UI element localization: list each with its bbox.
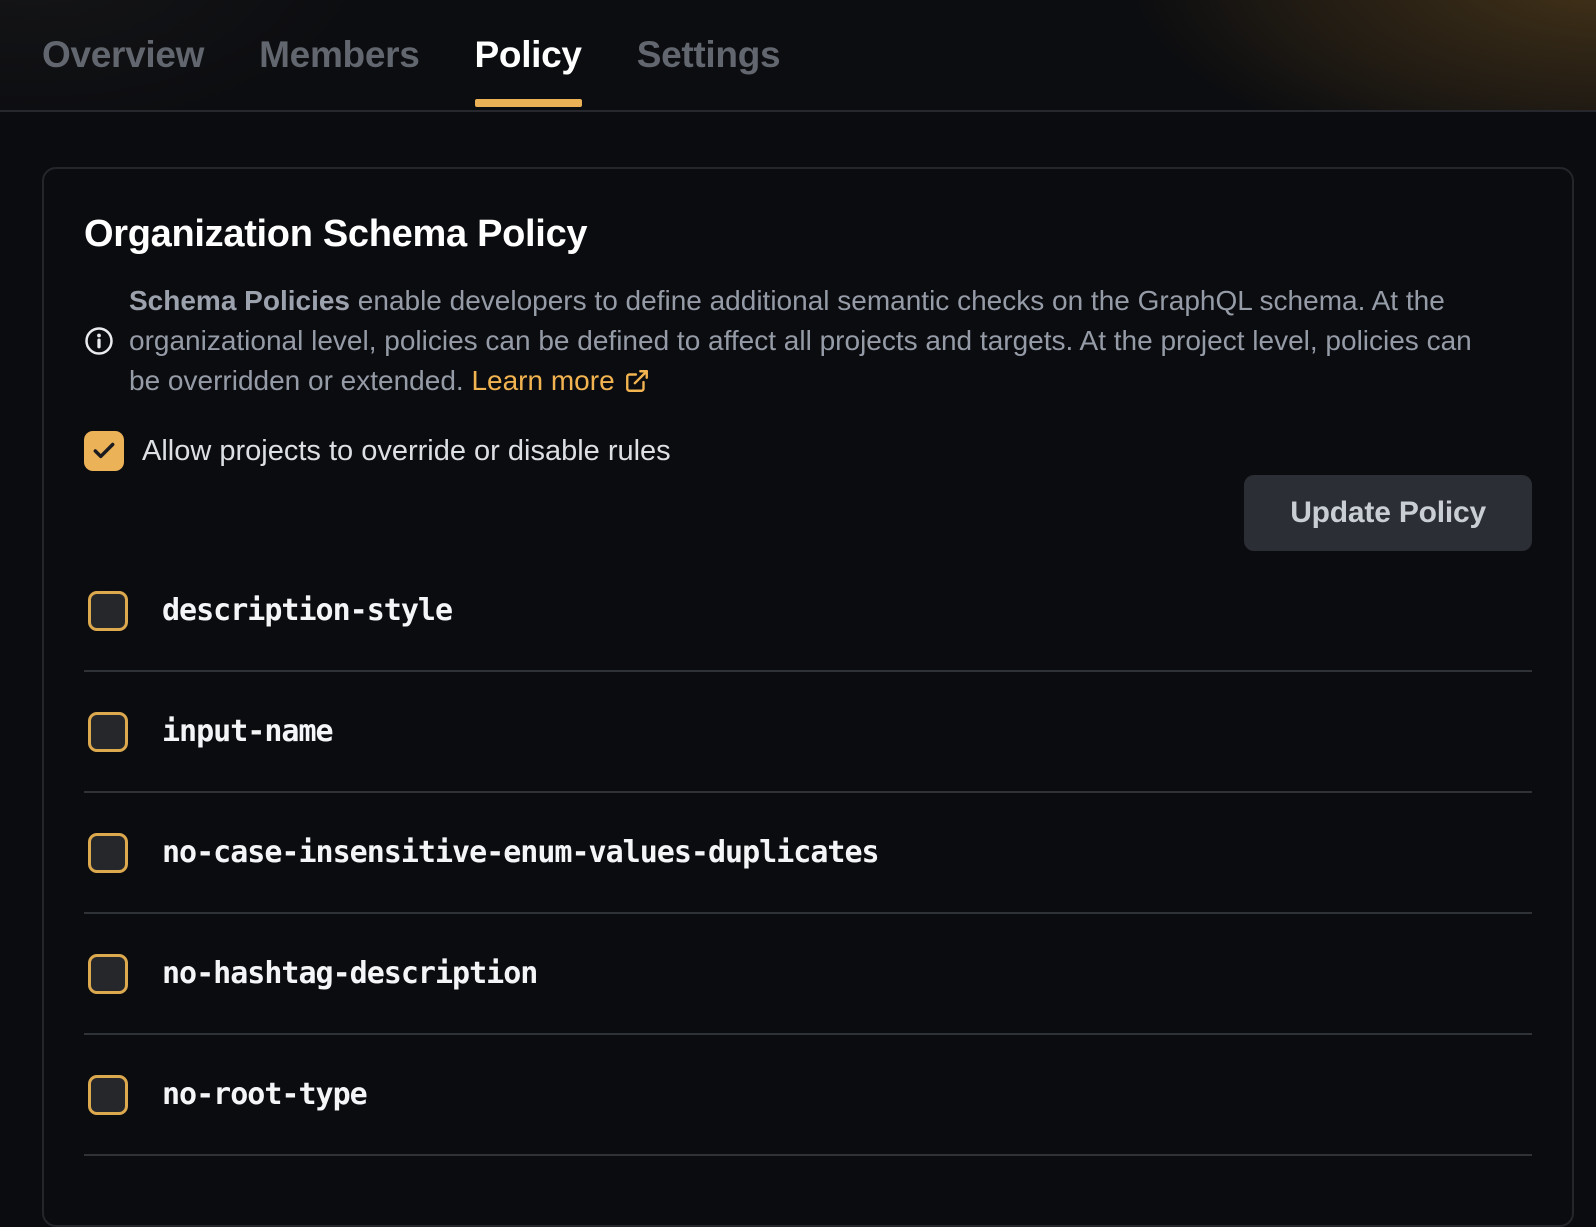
rule-name: no-root-type xyxy=(162,1077,367,1112)
rule-name: input-name xyxy=(162,714,333,749)
rule-name: no-hashtag-description xyxy=(162,956,537,991)
button-row: Update Policy xyxy=(84,475,1532,551)
rule-checkbox[interactable] xyxy=(88,1075,128,1115)
rule-row-no-hashtag-description: no-hashtag-description xyxy=(84,914,1532,1035)
info-paragraph: Schema Policies enable developers to def… xyxy=(129,281,1503,401)
learn-more-link[interactable]: Learn more xyxy=(471,365,614,396)
rule-row-no-case-insensitive-enum-values-duplicates: no-case-insensitive-enum-values-duplicat… xyxy=(84,793,1532,914)
tab-bar: Overview Members Policy Settings xyxy=(0,0,1596,112)
allow-override-checkbox[interactable] xyxy=(84,431,124,471)
rule-checkbox[interactable] xyxy=(88,591,128,631)
rules-list: description-style input-name no-case-ins… xyxy=(84,551,1532,1156)
external-link-icon[interactable] xyxy=(624,368,650,394)
tab-overview[interactable]: Overview xyxy=(42,0,204,110)
rule-row-description-style: description-style xyxy=(84,551,1532,672)
rule-checkbox[interactable] xyxy=(88,712,128,752)
rule-checkbox[interactable] xyxy=(88,954,128,994)
rule-checkbox[interactable] xyxy=(88,833,128,873)
tab-members[interactable]: Members xyxy=(259,0,419,110)
allow-override-row: Allow projects to override or disable ru… xyxy=(84,431,1532,471)
info-callout: Schema Policies enable developers to def… xyxy=(84,281,1532,401)
tab-settings[interactable]: Settings xyxy=(637,0,781,110)
main-content: Organization Schema Policy Schema Polici… xyxy=(0,112,1596,1227)
allow-override-label[interactable]: Allow projects to override or disable ru… xyxy=(142,435,671,468)
update-policy-button[interactable]: Update Policy xyxy=(1244,475,1532,551)
check-icon xyxy=(91,438,117,464)
schema-policy-card: Organization Schema Policy Schema Polici… xyxy=(42,167,1574,1227)
rule-row-input-name: input-name xyxy=(84,672,1532,793)
page-title: Organization Schema Policy xyxy=(84,211,1532,257)
rule-name: no-case-insensitive-enum-values-duplicat… xyxy=(162,835,879,870)
rule-row-no-root-type: no-root-type xyxy=(84,1035,1532,1156)
tab-policy[interactable]: Policy xyxy=(475,0,582,110)
rule-name: description-style xyxy=(162,593,452,628)
info-lead-text: Schema Policies xyxy=(129,285,350,316)
info-icon xyxy=(84,326,114,356)
